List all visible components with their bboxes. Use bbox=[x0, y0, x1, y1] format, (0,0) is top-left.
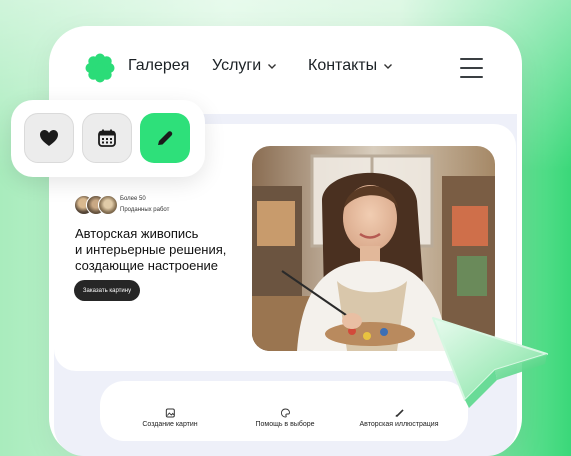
service-item[interactable]: Авторская иллюстрация bbox=[359, 408, 439, 428]
image-icon bbox=[165, 408, 175, 418]
social-proof-count: Более 50 bbox=[120, 196, 146, 202]
avatar bbox=[98, 195, 118, 215]
calendar-button[interactable] bbox=[82, 113, 132, 163]
nav-item-contacts[interactable]: Контакты bbox=[308, 57, 393, 75]
headline-line: Авторская живопись bbox=[75, 226, 199, 241]
headline-line: и интерьерные решения, bbox=[75, 242, 227, 257]
menu-icon[interactable] bbox=[460, 58, 483, 78]
chevron-down-icon bbox=[268, 64, 277, 69]
palette-icon bbox=[280, 408, 290, 418]
favorite-button[interactable] bbox=[24, 113, 74, 163]
avatar-group bbox=[74, 195, 120, 215]
chevron-down-icon bbox=[384, 64, 393, 69]
pen-icon bbox=[158, 131, 173, 145]
calendar-icon bbox=[98, 129, 116, 147]
headline-line: создающие настроение bbox=[75, 258, 218, 273]
cursor-arrow-icon bbox=[432, 317, 548, 408]
flower-logo-icon[interactable] bbox=[85, 53, 115, 83]
nav-item-label: Контакты bbox=[308, 57, 378, 74]
nav-item-gallery[interactable]: Галерея bbox=[128, 57, 189, 75]
floating-toolbar bbox=[11, 100, 205, 177]
nav-item-services[interactable]: Услуги bbox=[212, 57, 277, 75]
service-item[interactable]: Помощь в выборе bbox=[255, 408, 315, 428]
heart-icon bbox=[40, 130, 58, 146]
order-painting-button[interactable]: Заказать картину bbox=[74, 280, 140, 301]
service-label: Авторская иллюстрация bbox=[359, 421, 439, 428]
service-item[interactable]: Создание картин bbox=[142, 408, 198, 428]
social-proof-caption: Проданных работ bbox=[120, 207, 170, 213]
service-label: Создание картин bbox=[142, 421, 198, 428]
nav-item-label: Галерея bbox=[128, 57, 190, 74]
brush-icon bbox=[395, 409, 404, 418]
edit-button[interactable] bbox=[140, 113, 190, 163]
nav-item-label: Услуги bbox=[212, 57, 262, 74]
service-label: Помощь в выборе bbox=[255, 421, 315, 428]
hero-headline: Авторская живопись и интерьерные решения… bbox=[75, 226, 255, 274]
